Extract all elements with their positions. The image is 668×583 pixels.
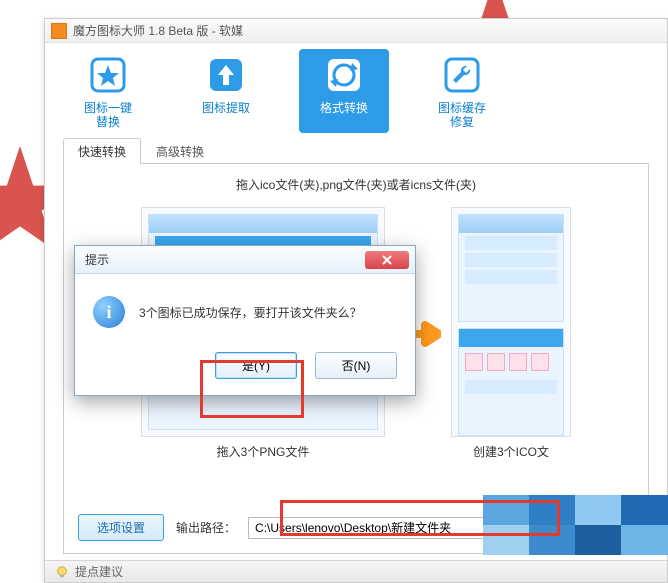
window-title: 魔方图标大师 1.8 Beta 版 - 软媒	[73, 22, 243, 39]
wrench-icon	[440, 53, 484, 97]
dialog-titlebar: 提示	[75, 246, 415, 274]
tool-label: 图标缓存 修复	[438, 101, 486, 129]
confirm-dialog: 提示 i 3个图标已成功保存，要打开该文件夹么？ 是(Y) 否(N)	[74, 245, 416, 396]
tabs: 快速转换 高级转换	[63, 137, 649, 164]
refresh-icon	[322, 53, 366, 97]
close-icon	[381, 255, 393, 265]
footer-text[interactable]: 提点建议	[75, 563, 123, 580]
dialog-message: 3个图标已成功保存，要打开该文件夹么？	[139, 304, 362, 321]
source-caption: 拖入3个PNG文件	[141, 443, 385, 460]
tool-label: 格式转换	[320, 101, 368, 115]
tool-replace[interactable]: 图标一键 替换	[63, 49, 153, 133]
result-preview[interactable]	[451, 207, 571, 437]
tab-quick[interactable]: 快速转换	[63, 138, 141, 164]
tool-label: 图标提取	[202, 101, 250, 115]
no-button[interactable]: 否(N)	[315, 352, 397, 379]
tool-extract[interactable]: 图标提取	[181, 49, 271, 133]
app-icon	[51, 23, 67, 39]
tool-convert[interactable]: 格式转换	[299, 49, 389, 133]
star-box-icon	[86, 53, 130, 97]
pixelated-overlay	[483, 495, 668, 555]
tool-label: 图标一键 替换	[84, 101, 132, 129]
footer: 提点建议	[45, 560, 667, 582]
result-caption: 创建3个ICO文	[451, 443, 571, 460]
tool-cache[interactable]: 图标缓存 修复	[417, 49, 507, 133]
output-path-label: 输出路径：	[176, 519, 236, 536]
upload-icon	[204, 53, 248, 97]
titlebar: 魔方图标大师 1.8 Beta 版 - 软媒	[45, 19, 667, 43]
drop-instruction: 拖入ico文件(夹),png文件(夹)或者icns文件(夹)	[78, 176, 634, 193]
toolbar: 图标一键 替换 图标提取 格式转换 图标缓存 修复	[45, 43, 667, 133]
close-button[interactable]	[365, 251, 409, 269]
info-icon: i	[93, 296, 125, 328]
dialog-title: 提示	[85, 251, 109, 268]
options-button[interactable]: 选项设置	[78, 514, 164, 541]
lightbulb-icon	[55, 565, 69, 579]
tab-advanced[interactable]: 高级转换	[141, 138, 219, 164]
yes-button[interactable]: 是(Y)	[215, 352, 297, 379]
